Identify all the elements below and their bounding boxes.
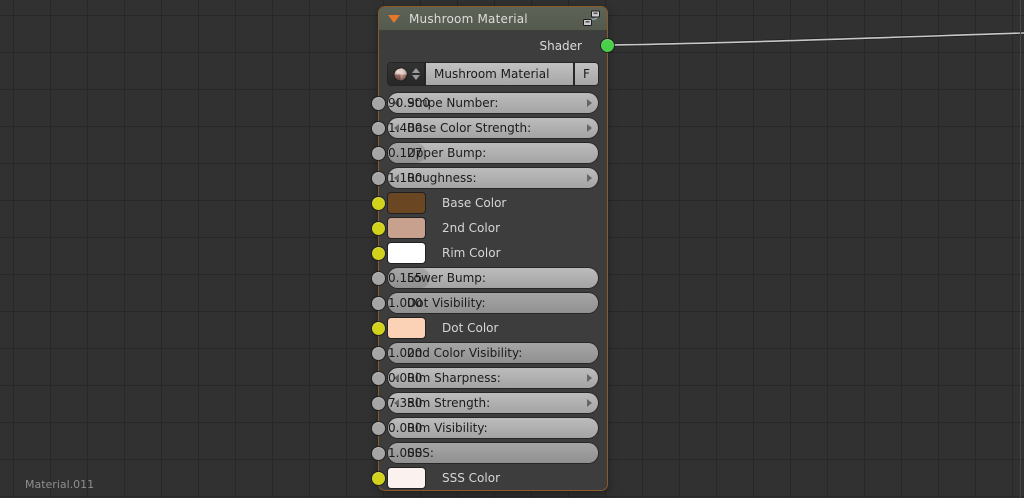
- fake-user-button[interactable]: F: [575, 63, 598, 85]
- slider-field[interactable]: Upper Bump: 0.127: [388, 143, 598, 163]
- field-value: 90.900: [388, 93, 582, 113]
- input-row-dot-visibility: Dot Visibility: 1.000: [388, 293, 598, 313]
- input-row-rim-visibility: Rim Visibility: 0.000: [388, 418, 598, 438]
- shader-output-socket[interactable]: [601, 39, 614, 52]
- color-input-socket[interactable]: [372, 472, 385, 485]
- color-swatch[interactable]: [388, 243, 425, 263]
- material-browse-button[interactable]: [388, 63, 424, 85]
- field-value: 7.350: [388, 393, 582, 413]
- slider-field[interactable]: SSS: 1.000: [388, 443, 598, 463]
- value-input-socket[interactable]: [372, 97, 385, 110]
- value-input-socket[interactable]: [372, 172, 385, 185]
- input-row-roughness: Roughness: 1.100: [388, 168, 598, 188]
- color-label: Dot Color: [442, 318, 498, 338]
- input-row-rim-strength: Rim Strength: 7.350: [388, 393, 598, 413]
- value-input-socket[interactable]: [372, 122, 385, 135]
- color-label: Rim Color: [442, 243, 501, 263]
- increment-arrow-icon[interactable]: [587, 374, 592, 382]
- node-mushroom-material[interactable]: Mushroom Material Shader: [378, 6, 608, 491]
- field-value: 0.000: [388, 368, 582, 388]
- value-input-socket[interactable]: [372, 422, 385, 435]
- material-selector: Mushroom Material F: [388, 63, 598, 85]
- number-field[interactable]: Roughness: 1.100: [388, 168, 598, 188]
- field-value: 0.000: [388, 418, 582, 438]
- increment-arrow-icon[interactable]: [587, 99, 592, 107]
- node-group-icon: [583, 10, 601, 27]
- input-row-upper-bump: Upper Bump: 0.127: [388, 143, 598, 163]
- output-row-shader: Shader: [388, 35, 598, 55]
- input-row-dot-color: Dot Color: [388, 318, 598, 338]
- slider-field[interactable]: Rim Visibility: 0.000: [388, 418, 598, 438]
- number-field[interactable]: Base Color Strength: 1.400: [388, 118, 598, 138]
- value-input-socket[interactable]: [372, 272, 385, 285]
- field-value: 1.000: [388, 293, 582, 313]
- field-value: 1.400: [388, 118, 582, 138]
- increment-arrow-icon[interactable]: [587, 124, 592, 132]
- color-input-socket[interactable]: [372, 222, 385, 235]
- field-value: 1.100: [388, 168, 582, 188]
- browse-updown-icon: [412, 68, 420, 80]
- value-input-socket[interactable]: [372, 397, 385, 410]
- node-header[interactable]: Mushroom Material: [379, 7, 607, 31]
- field-value: 1.000: [388, 443, 582, 463]
- increment-arrow-icon[interactable]: [587, 399, 592, 407]
- input-row-sss-color: SSS Color: [388, 468, 598, 488]
- material-name-field[interactable]: Mushroom Material: [426, 63, 573, 85]
- color-label: Base Color: [442, 193, 506, 213]
- input-row-base-color-strength: Base Color Strength: 1.400: [388, 118, 598, 138]
- output-label: Shader: [539, 39, 598, 53]
- color-swatch[interactable]: [388, 468, 425, 488]
- material-sphere-icon: [393, 67, 408, 82]
- input-row-sss: SSS: 1.000: [388, 443, 598, 463]
- increment-arrow-icon[interactable]: [587, 174, 592, 182]
- color-swatch[interactable]: [388, 318, 425, 338]
- input-row-2nd-color: 2nd Color: [388, 218, 598, 238]
- editor-region-edge: [1020, 0, 1021, 498]
- value-input-socket[interactable]: [372, 372, 385, 385]
- value-input-socket[interactable]: [372, 447, 385, 460]
- value-input-socket[interactable]: [372, 297, 385, 310]
- field-value: 0.155: [388, 268, 582, 288]
- value-input-socket[interactable]: [372, 347, 385, 360]
- color-swatch[interactable]: [388, 193, 425, 213]
- input-row-2nd-color-visibility: 2nd Color Visibility: 1.000: [388, 343, 598, 363]
- field-value: 1.000: [388, 343, 582, 363]
- slider-field[interactable]: 2nd Color Visibility: 1.000: [388, 343, 598, 363]
- input-row-rim-sharpness: Rim Sharpness: 0.000: [388, 368, 598, 388]
- number-field[interactable]: Rim Sharpness: 0.000: [388, 368, 598, 388]
- field-value: 0.127: [388, 143, 582, 163]
- collapse-triangle-icon[interactable]: [388, 15, 400, 23]
- input-row-lower-bump: Lower Bump: 0.155: [388, 268, 598, 288]
- slider-field[interactable]: Lower Bump: 0.155: [388, 268, 598, 288]
- input-row-base-color: Base Color: [388, 193, 598, 213]
- color-label: 2nd Color: [442, 218, 500, 238]
- number-field[interactable]: Stripe Number: 90.900: [388, 93, 598, 113]
- color-label: SSS Color: [442, 468, 500, 488]
- value-input-socket[interactable]: [372, 147, 385, 160]
- slider-field[interactable]: Dot Visibility: 1.000: [388, 293, 598, 313]
- input-row-stripe-number: Stripe Number: 90.900: [388, 93, 598, 113]
- color-input-socket[interactable]: [372, 197, 385, 210]
- number-field[interactable]: Rim Strength: 7.350: [388, 393, 598, 413]
- color-input-socket[interactable]: [372, 247, 385, 260]
- color-swatch[interactable]: [388, 218, 425, 238]
- breadcrumb: Material.011: [25, 478, 94, 491]
- node-title: Mushroom Material: [409, 12, 528, 26]
- input-row-rim-color: Rim Color: [388, 243, 598, 263]
- color-input-socket[interactable]: [372, 322, 385, 335]
